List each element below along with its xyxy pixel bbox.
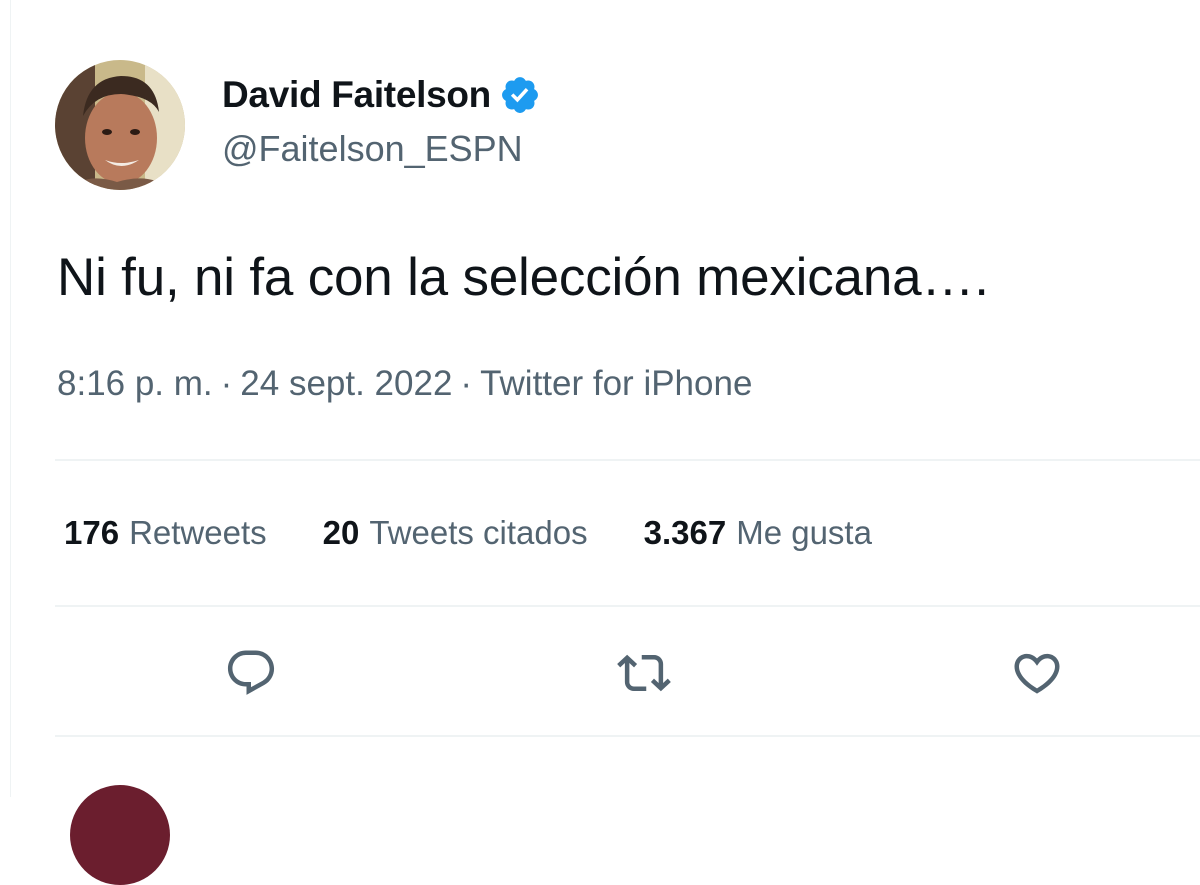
like-icon [1014,653,1060,694]
quote-tweets-label: Tweets citados [369,514,588,551]
tweet-date[interactable]: 24 sept. 2022 [240,364,452,404]
divider-bottom [55,735,1200,737]
likes-label: Me gusta [736,514,872,551]
avatar[interactable] [55,60,185,190]
stats-row: 176 Retweets 20 Tweets citados 3.367 Me … [64,514,928,552]
tweet-text: Ni fu, ni fa con la selección mexicana…. [57,248,989,307]
tweet-metadata: 8:16 p. m. · 24 sept. 2022 · Twitter for… [57,364,752,404]
retweets-label: Retweets [129,514,267,551]
avatar-image [55,60,185,190]
retweet-icon [617,654,671,692]
verified-badge-icon [499,74,541,116]
next-reply-avatar[interactable] [70,785,170,885]
author-handle[interactable]: @Faitelson_ESPN [222,128,523,170]
meta-separator: · [460,364,473,403]
meta-separator: · [220,364,233,403]
stat-likes[interactable]: 3.367 Me gusta [644,514,872,552]
divider-middle [55,605,1200,607]
column-border [10,0,11,797]
divider-top [55,459,1200,461]
reply-button[interactable] [222,644,280,702]
retweets-count: 176 [64,514,120,551]
tweet-time[interactable]: 8:16 p. m. [57,364,213,404]
stat-retweets[interactable]: 176 Retweets [64,514,267,552]
tweet-source[interactable]: Twitter for iPhone [480,364,752,404]
quote-tweets-count: 20 [322,514,360,551]
reply-icon [227,650,275,695]
retweet-button[interactable] [615,644,673,702]
likes-count: 3.367 [643,514,727,551]
author-display-name[interactable]: David Faitelson [222,74,491,116]
stat-quote-tweets[interactable]: 20 Tweets citados [323,514,588,552]
author-name-row[interactable]: David Faitelson [222,73,541,117]
like-button[interactable] [1008,644,1066,702]
